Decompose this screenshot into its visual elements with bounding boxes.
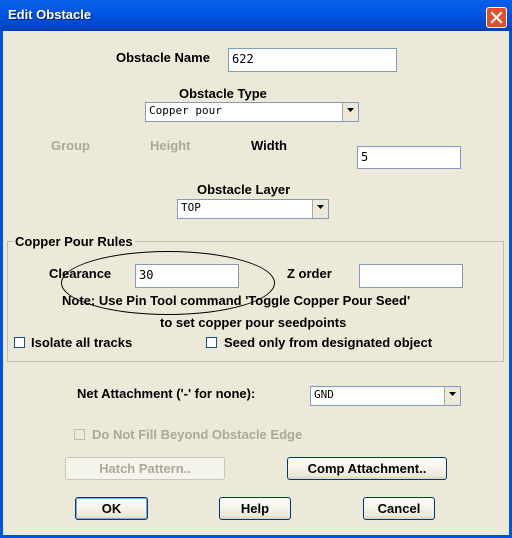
z-order-label: Z order [287, 266, 332, 281]
obstacle-layer-select[interactable]: TOP [177, 199, 329, 219]
chevron-down-icon [347, 108, 354, 112]
seed-note-line1: Note: Use Pin Tool command 'Toggle Coppe… [62, 293, 411, 308]
obstacle-type-dropdown-button[interactable] [342, 103, 358, 121]
obstacle-type-label: Obstacle Type [179, 86, 267, 101]
window-title: Edit Obstacle [8, 7, 92, 22]
title-bar[interactable]: Edit Obstacle [0, 0, 512, 31]
seed-only-designated-label[interactable]: Seed only from designated object [224, 335, 432, 350]
copper-pour-rules-title: Copper Pour Rules [13, 234, 135, 249]
net-attachment-dropdown-button[interactable] [444, 387, 460, 405]
obstacle-name-label: Obstacle Name [116, 50, 210, 65]
isolate-all-tracks-label[interactable]: Isolate all tracks [31, 335, 132, 350]
chevron-down-icon [317, 205, 324, 209]
obstacle-name-field[interactable]: 622 [228, 48, 397, 72]
group-label: Group [51, 138, 90, 153]
obstacle-layer-value: TOP [181, 201, 201, 214]
help-button[interactable]: Help [219, 497, 291, 520]
chevron-down-icon [449, 392, 456, 396]
close-icon [490, 11, 503, 24]
isolate-all-tracks-checkbox[interactable] [14, 337, 25, 348]
obstacle-layer-dropdown-button[interactable] [312, 200, 328, 218]
height-label: Height [150, 138, 191, 153]
hatch-pattern-button[interactable]: Hatch Pattern.. [65, 457, 225, 480]
net-attachment-label: Net Attachment ('-' for none): [77, 386, 256, 401]
do-not-fill-beyond-label: Do Not Fill Beyond Obstacle Edge [92, 427, 303, 442]
obstacle-layer-label: Obstacle Layer [197, 182, 291, 197]
width-field[interactable]: 5 [357, 146, 461, 169]
close-button[interactable] [486, 7, 507, 28]
comp-attachment-button[interactable]: Comp Attachment.. [287, 457, 447, 480]
cancel-button[interactable]: Cancel [363, 497, 435, 520]
seed-note-line2: to set copper pour seedpoints [160, 315, 347, 330]
z-order-field[interactable] [359, 264, 463, 288]
net-attachment-select[interactable]: GND [310, 386, 461, 406]
do-not-fill-beyond-checkbox[interactable] [74, 429, 85, 440]
obstacle-type-select[interactable]: Copper pour [145, 102, 359, 122]
seed-only-designated-checkbox[interactable] [206, 337, 217, 348]
obstacle-type-value: Copper pour [149, 104, 222, 117]
width-label: Width [251, 138, 287, 153]
ok-button[interactable]: OK [75, 497, 148, 520]
net-attachment-value: GND [314, 388, 334, 401]
